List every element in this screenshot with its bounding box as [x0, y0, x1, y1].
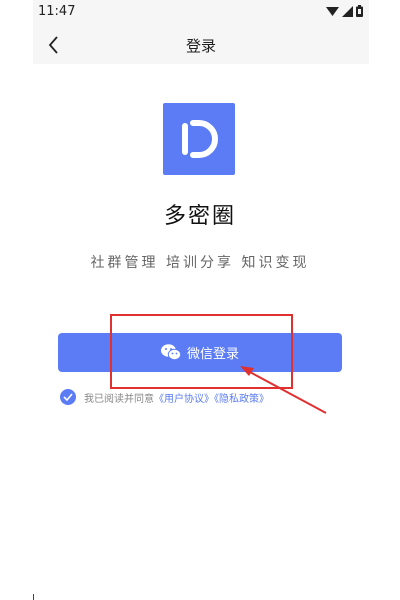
user-agreement-link[interactable]: 《用户协议》 [154, 394, 214, 405]
app-logo [163, 103, 235, 175]
app-name: 多密圈 [163, 204, 236, 229]
agreement-checkbox[interactable] [60, 389, 76, 405]
status-icons [326, 5, 363, 17]
annotation-highlight-box [110, 314, 293, 389]
battery-icon [356, 5, 363, 17]
login-screen: 11:47 登录 多密圈 社群管理 培训分享 知识变现 微信登录 我已阅读并同意… [0, 0, 400, 600]
annotation-arrow [240, 366, 327, 414]
app-slogan: 社群管理 培训分享 知识变现 [90, 255, 310, 271]
signal-icon [342, 5, 353, 17]
check-icon [63, 393, 73, 401]
logo-d-icon [182, 120, 218, 158]
agreement-text: 我已阅读并同意《用户协议》《隐私政策》 [84, 390, 269, 405]
status-bar: 11:47 [33, 0, 369, 26]
privacy-policy-link[interactable]: 《隐私政策》 [214, 394, 269, 405]
nav-bar: 登录 [33, 26, 369, 64]
agreement-prefix: 我已阅读并同意 [84, 393, 154, 405]
page-title: 登录 [185, 37, 216, 55]
status-time: 11:47 [38, 4, 76, 19]
bottom-edge-mark [33, 594, 34, 600]
agreement-row: 我已阅读并同意《用户协议》《隐私政策》 [60, 389, 269, 405]
wifi-icon [326, 6, 339, 16]
